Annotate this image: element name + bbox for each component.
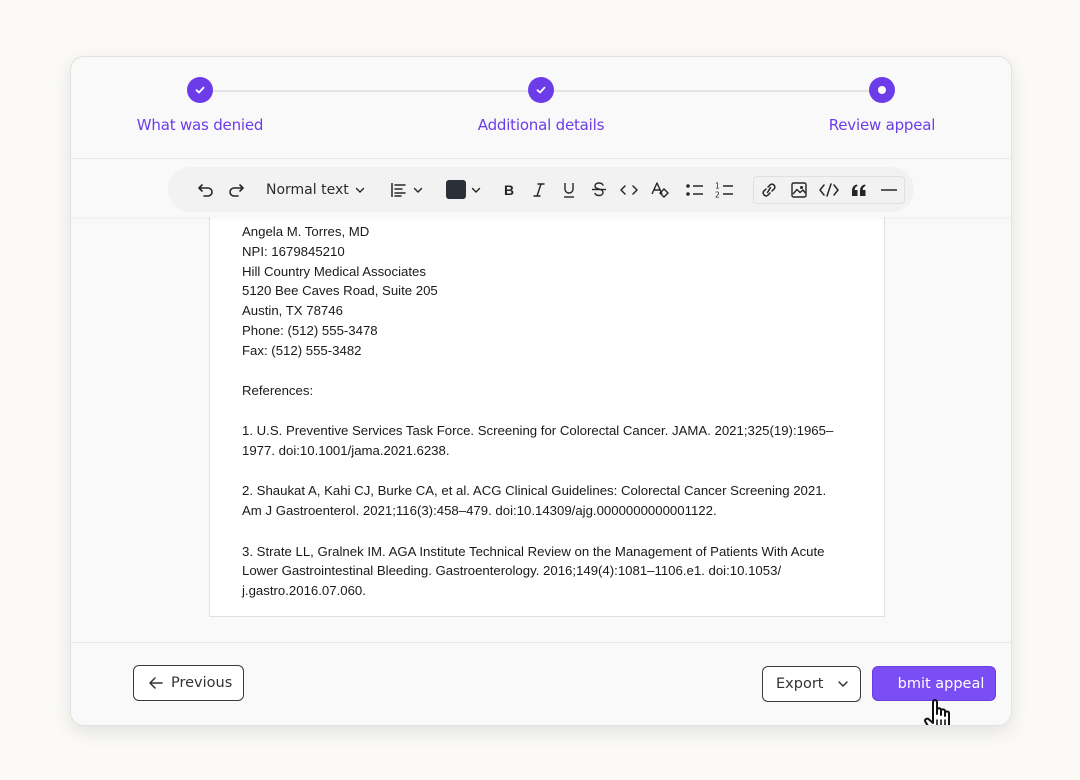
signature-address: 5120 Bee Caves Road, Suite 205 xyxy=(242,283,438,299)
text-color-dropdown[interactable] xyxy=(445,176,482,204)
step-review-appeal[interactable]: Review appeal xyxy=(782,77,982,134)
undo-icon[interactable] xyxy=(196,176,216,204)
appeal-letter-document[interactable]: Angela M. Torres, MD NPI: 1679845210 Hil… xyxy=(209,213,885,617)
editor-toolbar-band: Normal text B 1 2 xyxy=(71,159,1011,217)
signature-name: Angela M. Torres, MD xyxy=(242,224,370,239)
step-what-was-denied[interactable]: What was denied xyxy=(100,77,300,134)
current-step-dot-icon xyxy=(869,77,895,103)
editor-toolbar: Normal text B 1 2 xyxy=(168,167,914,212)
strikethrough-icon[interactable] xyxy=(590,176,608,204)
color-swatch xyxy=(445,180,466,199)
underline-icon[interactable] xyxy=(560,176,578,204)
editor-scroll-area[interactable]: Angela M. Torres, MD NPI: 1679845210 Hil… xyxy=(71,213,1011,642)
inline-code-icon[interactable] xyxy=(619,176,639,204)
chevron-down-icon xyxy=(413,187,422,193)
image-icon[interactable] xyxy=(786,176,812,204)
svg-text:1: 1 xyxy=(715,181,720,190)
blockquote-icon[interactable] xyxy=(846,176,872,204)
export-dropdown-button[interactable]: Export xyxy=(762,666,861,702)
reference-line: j.gastro.2016.07.060. xyxy=(242,583,366,599)
submit-appeal-button[interactable]: bmit appeal xyxy=(872,666,996,701)
reference-line: Lower Gastrointestinal Bleeding. Gastroe… xyxy=(242,563,782,579)
clear-format-icon[interactable] xyxy=(649,176,669,204)
reference-line: 2. Shaukat A, Kahi CJ, Burke CA, et al. … xyxy=(242,483,827,499)
align-dropdown[interactable] xyxy=(390,176,424,204)
align-left-icon xyxy=(391,182,406,197)
signature-phone: Phone: (512) 555-3478 xyxy=(242,322,378,338)
reference-line: 1977. doi:10.1001/jama.2021.6238. xyxy=(242,443,450,459)
bullet-list-icon[interactable] xyxy=(685,176,705,204)
chevron-down-icon xyxy=(838,681,849,687)
previous-button[interactable]: Previous xyxy=(133,665,244,701)
previous-label: Previous xyxy=(171,675,233,691)
bold-icon[interactable]: B xyxy=(500,176,518,204)
submit-appeal-label: bmit appeal xyxy=(897,675,985,692)
divider xyxy=(71,642,1011,643)
export-label: Export xyxy=(776,676,824,692)
block-type-label: Normal text xyxy=(266,181,349,198)
reference-line: 1. U.S. Preventive Services Task Force. … xyxy=(242,423,834,439)
step-label: Additional details xyxy=(477,116,605,134)
svg-text:2: 2 xyxy=(715,190,720,199)
signature-city: Austin, TX 78746 xyxy=(242,303,343,319)
step-label: Review appeal xyxy=(828,116,936,134)
signature-fax: Fax: (512) 555-3482 xyxy=(242,342,362,358)
arrow-left-icon xyxy=(149,677,163,689)
signature-practice: Hill Country Medical Associates xyxy=(242,263,426,279)
check-icon xyxy=(528,77,554,103)
chevron-down-icon xyxy=(355,187,364,193)
link-icon[interactable] xyxy=(756,176,782,204)
step-additional-details[interactable]: Additional details xyxy=(441,77,641,134)
appeal-review-card: What was denied Additional details Revie… xyxy=(70,56,1012,726)
reference-line: Am J Gastroenterol. 2021;116(3):458–479.… xyxy=(242,503,717,519)
chevron-down-icon xyxy=(471,187,480,193)
insert-tools-group xyxy=(752,175,905,204)
redo-icon[interactable] xyxy=(226,176,246,204)
block-type-dropdown[interactable]: Normal text xyxy=(266,176,366,204)
step-label: What was denied xyxy=(136,116,264,134)
progress-stepper: What was denied Additional details Revie… xyxy=(71,57,1011,159)
horizontal-rule-icon[interactable] xyxy=(876,176,902,204)
signature-npi: NPI: 1679845210 xyxy=(242,243,345,259)
italic-icon[interactable] xyxy=(530,176,548,204)
check-icon xyxy=(187,77,213,103)
code-block-icon[interactable] xyxy=(816,176,842,204)
numbered-list-icon[interactable]: 12 xyxy=(715,176,735,204)
hand-pointer-cursor-icon xyxy=(924,699,950,725)
svg-text:B: B xyxy=(504,182,514,198)
references-heading: References: xyxy=(242,383,314,399)
reference-line: 3. Strate LL, Gralnek IM. AGA Institute … xyxy=(242,543,825,559)
